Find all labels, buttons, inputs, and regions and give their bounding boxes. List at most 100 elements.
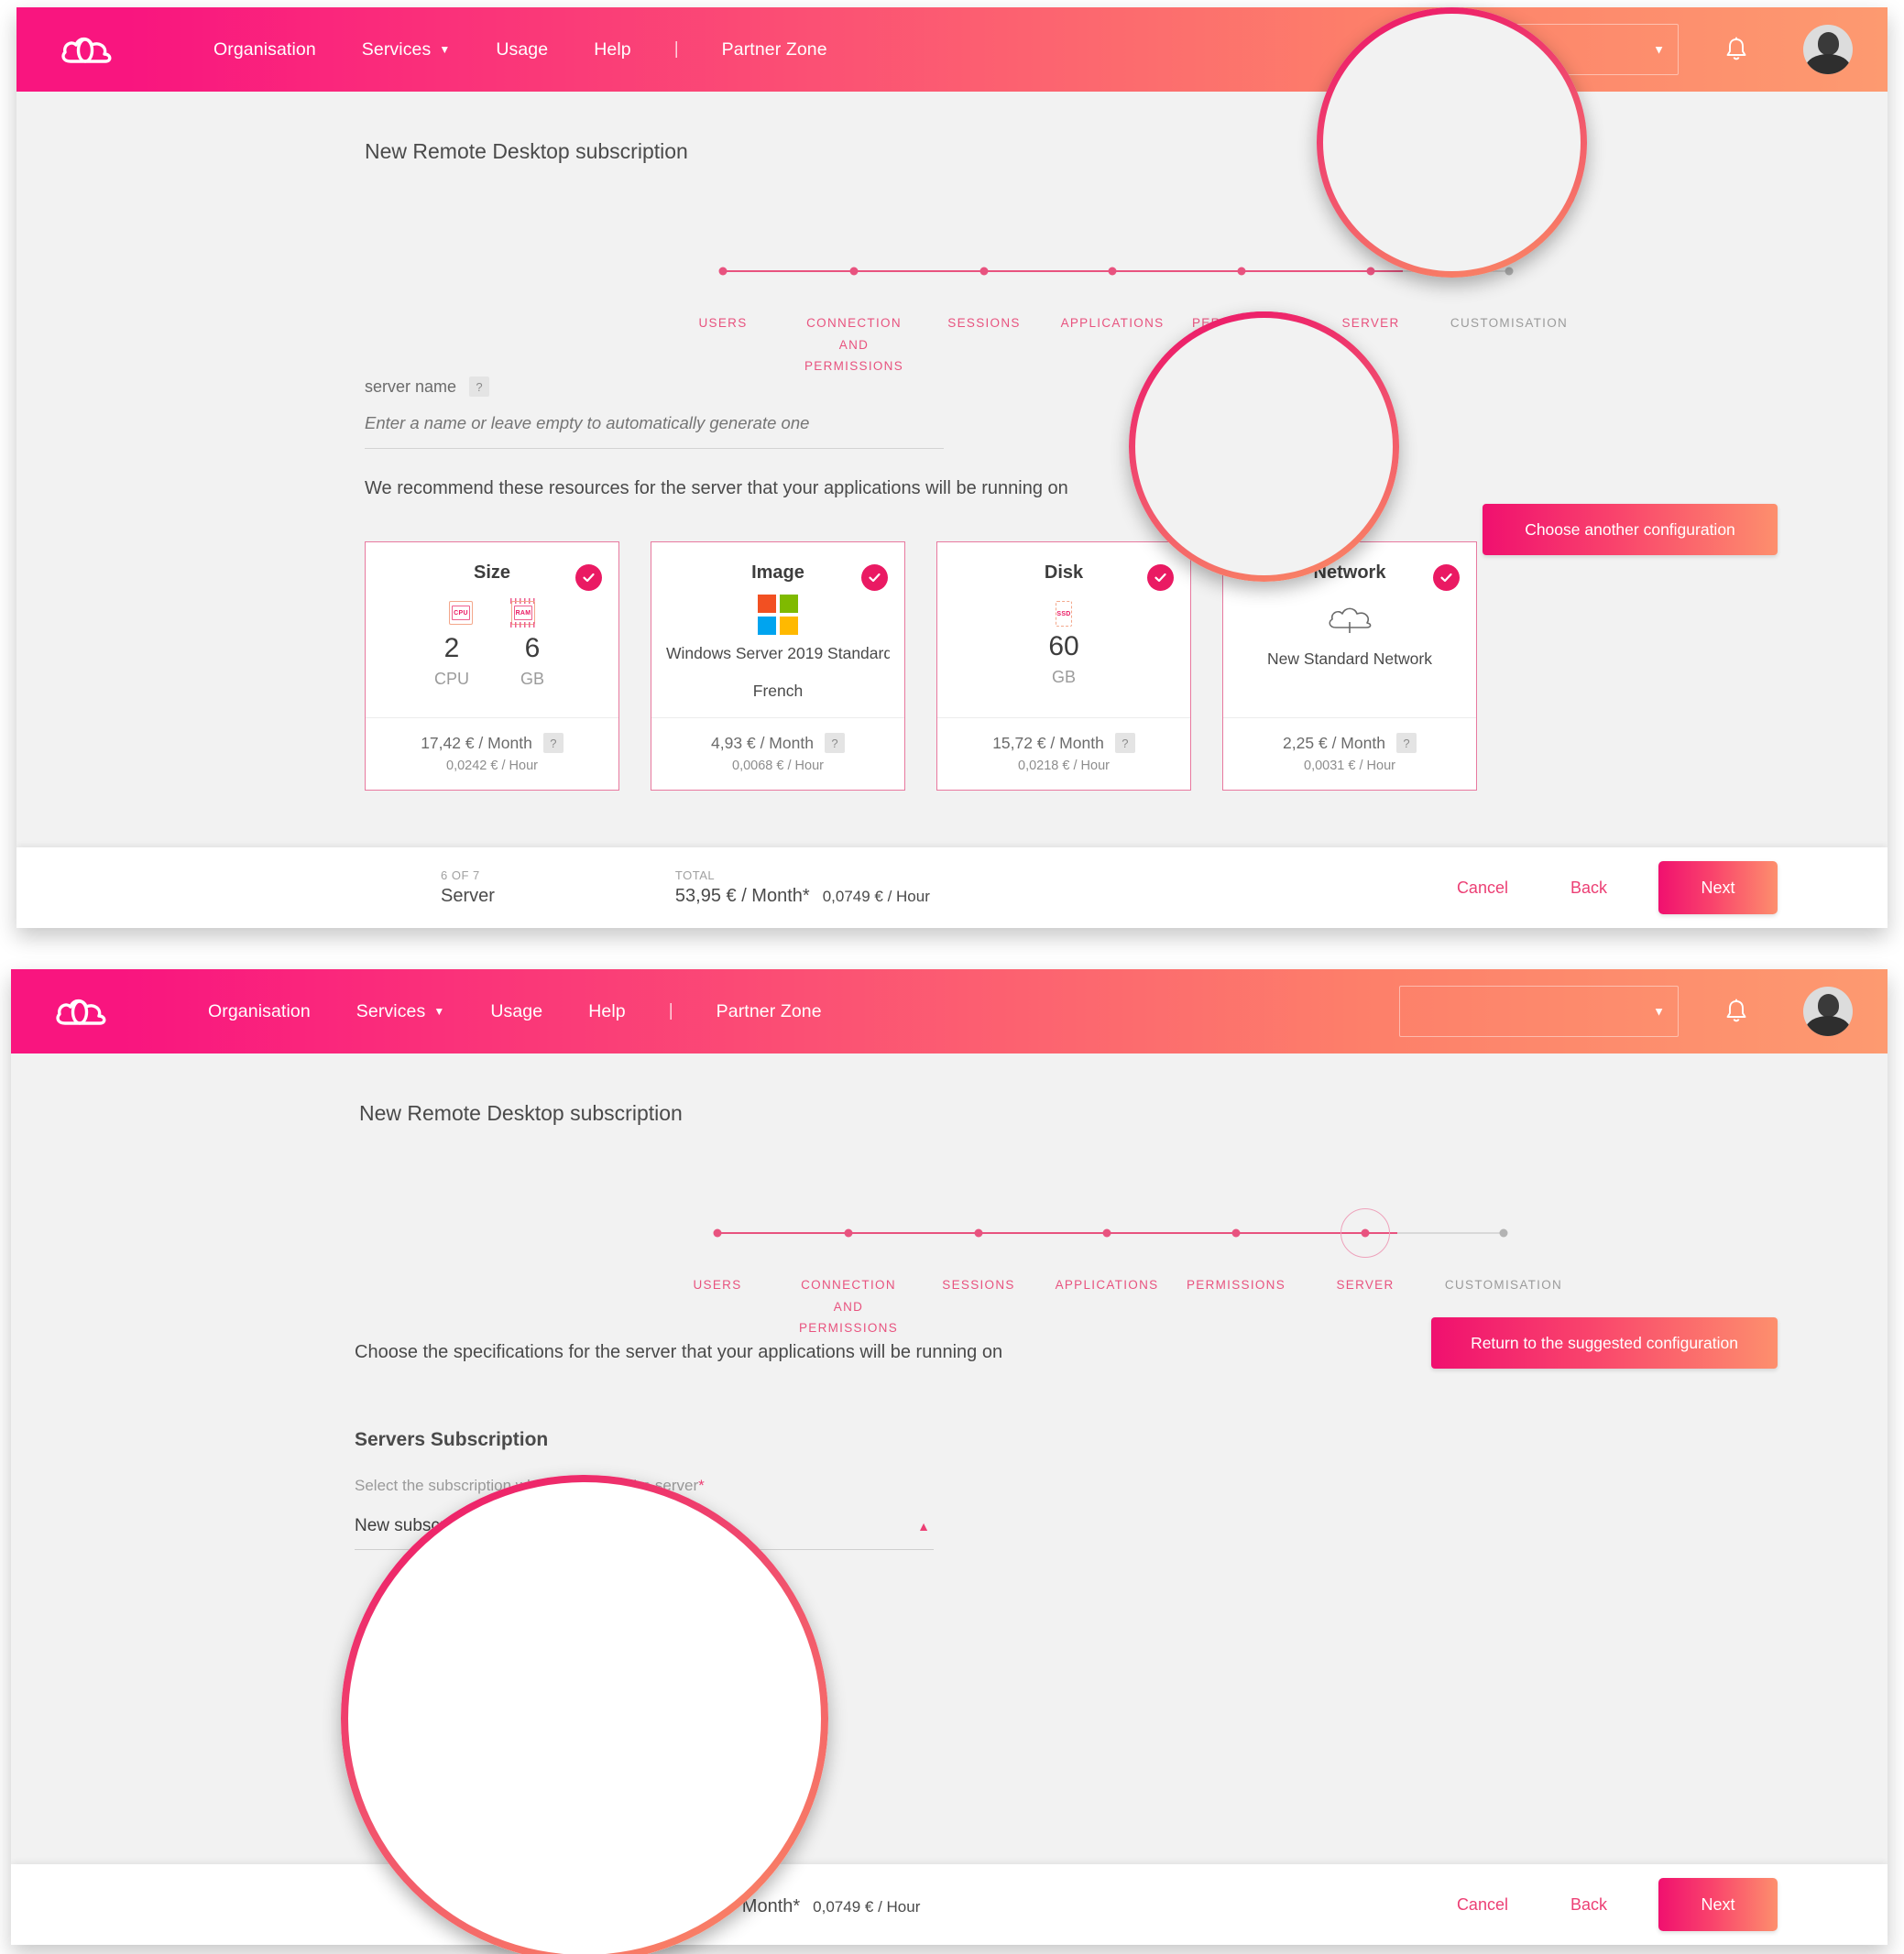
nav-link-usage-label: Usage (496, 38, 549, 60)
lens-step-label-server: SERVER (1413, 187, 1504, 208)
return-to-suggested-configuration-button[interactable]: Return to the suggested configuration (1431, 1317, 1778, 1369)
recommend-text: We recommend these resources for the ser… (365, 478, 1068, 498)
servers-subscription-title: Servers Subscription (355, 1429, 549, 1450)
step-dot-users[interactable] (713, 1228, 722, 1238)
cancel-button[interactable]: Cancel (1426, 879, 1539, 898)
next-button[interactable]: Next (1658, 861, 1778, 914)
cloud-logo-icon[interactable] (59, 28, 117, 71)
organisation-select[interactable]: ▼ (1399, 986, 1679, 1037)
step-label-sessions[interactable]: SESSIONS (947, 312, 1020, 334)
cloud-logo-icon[interactable] (53, 990, 112, 1032)
nav-link-help[interactable]: Help (565, 1001, 649, 1022)
footer-total-caption: TOTAL (674, 868, 716, 882)
back-button[interactable]: Back (1539, 879, 1638, 898)
nav-link-services[interactable]: Services ▼ (339, 39, 474, 60)
help-icon-image-price[interactable]: ? (824, 733, 845, 753)
step-dot-users[interactable] (718, 267, 728, 276)
chevron-down-icon: ▼ (1653, 1004, 1665, 1019)
nav-link-services[interactable]: Services ▼ (334, 1001, 468, 1022)
step-label-connection[interactable]: CONNECTION AND PERMISSIONS (804, 312, 903, 377)
ssd-icon: SSD (1052, 598, 1076, 629)
nav-link-organisation[interactable]: Organisation (185, 1001, 334, 1022)
disk-unit: GB (1051, 668, 1076, 686)
image-os-language: French (752, 682, 804, 700)
nav-link-organisation[interactable]: Organisation (191, 39, 339, 60)
step-dot-applications[interactable] (1102, 1228, 1111, 1238)
step-dot-sessions[interactable] (974, 1228, 983, 1238)
lens-choose-another-configuration-button: Choose another configuration (1129, 311, 1399, 359)
chevron-down-icon: ▼ (1653, 42, 1665, 57)
spec-card-size-price: 17,42 € / Month ? 0,0242 € / Hour (366, 717, 618, 790)
top-navigation-bar: Organisation Services ▼ Usage Help | Part… (16, 7, 1888, 92)
size-ram-value: 6 (524, 633, 541, 663)
help-icon-disk-price[interactable]: ? (1114, 733, 1135, 753)
footer-total-info: TOTAL 53,95 € / Month* 0,0749 € / Hour (675, 868, 930, 907)
step-label-users[interactable]: USERS (698, 312, 747, 334)
nav-link-organisation-label: Organisation (208, 1000, 311, 1021)
step-label-users[interactable]: USERS (693, 1274, 741, 1296)
lens-combobox-text: scription (Servers) (341, 1475, 465, 1488)
size-price-hour: 0,0242 € / Hour (446, 759, 538, 773)
help-icon-size-price[interactable]: ? (542, 733, 564, 753)
step-dot-server[interactable] (1361, 1228, 1370, 1238)
footer-total-hour: 0,0749 € / Hour (822, 888, 930, 905)
lens-dropdown-option-4: Servidores #1 (387, 1832, 557, 1862)
server-name-input[interactable] (365, 397, 944, 449)
nav-link-usage[interactable]: Usage (473, 39, 571, 60)
choose-spec-row: Choose the specifications for the server… (355, 1317, 1778, 1369)
image-os-name: Windows Server 2019 Standard (d1... (666, 644, 890, 662)
user-avatar[interactable] (1803, 25, 1853, 74)
step-dot-connection[interactable] (849, 267, 859, 276)
help-icon-network-price[interactable]: ? (1395, 733, 1417, 753)
step-label-permissions[interactable]: PERMISSIONS (1187, 1274, 1286, 1296)
step-dot-permissions[interactable] (1237, 267, 1246, 276)
spec-card-size[interactable]: Size CPU RAM 2 6 CPU GB 17,42 € / Month … (365, 541, 619, 791)
nav-link-partner-zone[interactable]: Partner Zone (694, 1001, 845, 1022)
nav-link-usage[interactable]: Usage (467, 1001, 565, 1022)
spec-card-image[interactable]: Image Windows Server 2019 Standard (d1..… (651, 541, 905, 791)
back-button[interactable]: Back (1539, 1895, 1638, 1915)
lens-obscured-card: CPU GB (341, 1935, 828, 1954)
step-label-server[interactable]: SERVER (1336, 1274, 1394, 1296)
stepper-track-completed (722, 270, 1403, 272)
lens-dropdown-option-1: DEMO APPS (387, 1640, 549, 1670)
screenshot-root: Organisation Services ▼ Usage Help | Part… (0, 0, 1904, 1954)
wizard-stepper-1: USERS CONNECTION AND PERMISSIONS SESSION… (16, 213, 1888, 373)
help-icon-server-name[interactable]: ? (469, 377, 490, 397)
next-button[interactable]: Next (1658, 1878, 1778, 1931)
avatar-body (1806, 54, 1850, 74)
nav-links: Organisation Services ▼ Usage Help | Part… (191, 39, 850, 60)
network-price-month: 2,25 € / Month (1283, 733, 1385, 752)
magnifier-lens-server-step: SERVER C (1317, 7, 1587, 278)
footer-total-month: 53,95 € / Month* (674, 886, 810, 906)
spec-card-network-price: 2,25 € / Month ? 0,0031 € / Hour (1223, 717, 1476, 790)
step-dot-applications[interactable] (1108, 267, 1117, 276)
step-label-customisation[interactable]: CUSTOMISATION (1445, 1274, 1562, 1296)
step-label-sessions[interactable]: SESSIONS (942, 1274, 1014, 1296)
step-dot-connection[interactable] (844, 1228, 853, 1238)
nav-link-help[interactable]: Help (571, 39, 654, 60)
spec-card-image-title: Image (751, 562, 804, 583)
disk-price-hour: 0,0218 € / Hour (1018, 759, 1110, 773)
footer-total-values: 53,95 € / Month* 0,0749 € / Hour (675, 886, 930, 907)
step-label-customisation[interactable]: CUSTOMISATION (1450, 312, 1568, 334)
notifications-bell-icon[interactable] (1721, 34, 1752, 65)
step-label-connection[interactable]: CONNECTION AND PERMISSIONS (799, 1274, 898, 1339)
step-dot-customisation[interactable] (1499, 1228, 1508, 1238)
check-icon-image (861, 564, 888, 591)
notifications-bell-icon[interactable] (1721, 996, 1752, 1027)
user-avatar[interactable] (1803, 987, 1853, 1036)
nav-link-partner-zone[interactable]: Partner Zone (699, 39, 850, 60)
step-dot-sessions[interactable] (979, 267, 989, 276)
ram-chip-icon: RAM (508, 598, 539, 628)
nav-separator: | (668, 1001, 673, 1021)
chevron-down-icon: ▼ (433, 1004, 445, 1018)
step-dot-permissions[interactable] (1231, 1228, 1241, 1238)
step-label-applications[interactable]: APPLICATIONS (1056, 1274, 1159, 1296)
lens-dropdown-list: New subscription (Servers) DEMO APPS DEM… (341, 1528, 828, 1880)
page-content-2: New Remote Desktop subscription USERS CO… (11, 1101, 1888, 1550)
size-cpu-value: 2 (443, 633, 460, 663)
cancel-button[interactable]: Cancel (1426, 1895, 1539, 1915)
choose-another-configuration-button[interactable]: Choose another configuration (1483, 504, 1778, 555)
chevron-up-icon[interactable]: ▲ (917, 1519, 930, 1534)
